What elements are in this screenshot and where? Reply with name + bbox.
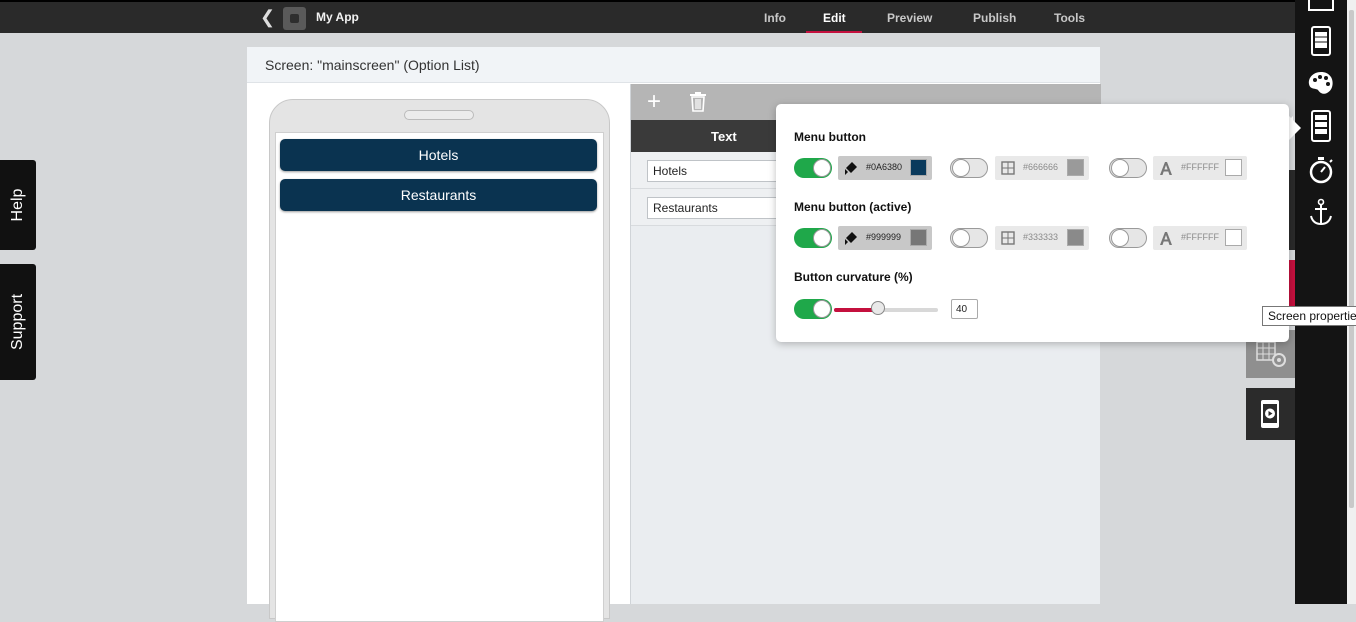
border-grid-icon bbox=[1001, 161, 1015, 175]
menu-button-active-background-toggle[interactable] bbox=[794, 228, 832, 248]
palette-icon[interactable] bbox=[1307, 70, 1335, 100]
screen-title: Screen: "mainscreen" (Option List) bbox=[265, 57, 480, 73]
color-chip bbox=[1225, 229, 1242, 246]
tab-preview[interactable]: Preview bbox=[887, 11, 932, 25]
curvature-slider-handle[interactable] bbox=[870, 301, 885, 315]
support-tab-label: Support bbox=[9, 293, 26, 351]
menu-button-label: Menu button bbox=[794, 130, 866, 144]
phone-speaker bbox=[404, 110, 474, 120]
button-curvature-label: Button curvature (%) bbox=[794, 270, 913, 284]
menu-button-background-color[interactable]: #0A6380 bbox=[838, 156, 932, 180]
anchor-icon[interactable] bbox=[1307, 198, 1335, 228]
hex-value: #0A6380 bbox=[866, 162, 903, 172]
phone-screen: Hotels Restaurants bbox=[275, 132, 604, 622]
back-chevron-icon[interactable]: ❮ bbox=[260, 8, 276, 26]
tooltip: Screen properties bbox=[1262, 306, 1356, 326]
table-gear-icon bbox=[1256, 341, 1286, 367]
paint-bucket-icon bbox=[845, 232, 857, 245]
menu-button-active-label: Menu button (active) bbox=[794, 200, 912, 214]
hex-value: #333333 bbox=[1023, 232, 1059, 242]
tab-edit[interactable]: Edit bbox=[823, 11, 846, 25]
hex-value: #999999 bbox=[866, 232, 902, 242]
support-tab[interactable]: Support bbox=[0, 264, 36, 380]
help-tab[interactable]: Help bbox=[0, 160, 36, 250]
color-chip bbox=[1225, 159, 1242, 176]
screen-properties-popup: Menu button #0A6380 #666666 #FFFFFF Menu… bbox=[776, 104, 1289, 342]
menu-button-active-text-color[interactable]: #FFFFFF bbox=[1153, 226, 1247, 250]
menu-button-hotels[interactable]: Hotels bbox=[280, 139, 597, 171]
right-toolbar bbox=[1285, 0, 1347, 604]
mobile-device-icon[interactable] bbox=[1307, 26, 1335, 56]
menu-button-text-color[interactable]: #FFFFFF bbox=[1153, 156, 1247, 180]
trash-icon[interactable] bbox=[689, 92, 707, 117]
color-chip bbox=[910, 229, 927, 246]
screen-header: Screen: "mainscreen" (Option List) bbox=[247, 47, 1100, 83]
tab-publish[interactable]: Publish bbox=[973, 11, 1016, 25]
app-icon bbox=[283, 7, 306, 30]
menu-button-active-border-toggle[interactable] bbox=[950, 228, 988, 248]
border-grid-icon bbox=[1001, 231, 1015, 245]
menu-button-text-toggle[interactable] bbox=[1109, 158, 1147, 178]
color-chip bbox=[1067, 159, 1084, 176]
menu-button-background-toggle[interactable] bbox=[794, 158, 832, 178]
help-tab-label: Help bbox=[9, 188, 26, 222]
top-bar: ❮ My App Info Edit Preview Publish Tools bbox=[0, 0, 1295, 33]
column-header-text: Text bbox=[711, 129, 737, 144]
tab-tools[interactable]: Tools bbox=[1054, 11, 1085, 25]
button-curvature-toggle[interactable] bbox=[794, 299, 832, 319]
text-color-icon bbox=[1160, 232, 1172, 245]
menu-button-active-border-color[interactable]: #333333 bbox=[995, 226, 1089, 250]
menu-button-border-color[interactable]: #666666 bbox=[995, 156, 1089, 180]
add-item-icon[interactable]: + bbox=[647, 88, 661, 116]
screen-properties-icon[interactable] bbox=[1285, 110, 1335, 142]
menu-button-active-background-color[interactable]: #999999 bbox=[838, 226, 932, 250]
tab-info[interactable]: Info bbox=[764, 11, 786, 25]
curvature-value-input[interactable] bbox=[951, 299, 978, 319]
popup-arrow bbox=[1289, 116, 1301, 140]
app-name: My App bbox=[316, 10, 359, 24]
phone-play-icon bbox=[1261, 400, 1279, 428]
hex-value: #666666 bbox=[1023, 162, 1059, 172]
menu-button-restaurants[interactable]: Restaurants bbox=[280, 179, 597, 211]
phone-preview-tool[interactable] bbox=[1246, 388, 1295, 440]
hex-value: #FFFFFF bbox=[1181, 232, 1219, 242]
phone-preview: Hotels Restaurants bbox=[269, 99, 610, 622]
menu-button-border-toggle[interactable] bbox=[950, 158, 988, 178]
text-color-icon bbox=[1160, 162, 1172, 175]
stopwatch-icon[interactable] bbox=[1307, 155, 1335, 185]
scrollbar-thumb[interactable] bbox=[1349, 10, 1354, 508]
hex-value: #FFFFFF bbox=[1181, 162, 1219, 172]
color-chip bbox=[910, 159, 927, 176]
menu-button-active-text-toggle[interactable] bbox=[1109, 228, 1147, 248]
active-tab-underline bbox=[806, 31, 862, 33]
color-chip bbox=[1067, 229, 1084, 246]
paint-bucket-icon bbox=[845, 162, 857, 175]
